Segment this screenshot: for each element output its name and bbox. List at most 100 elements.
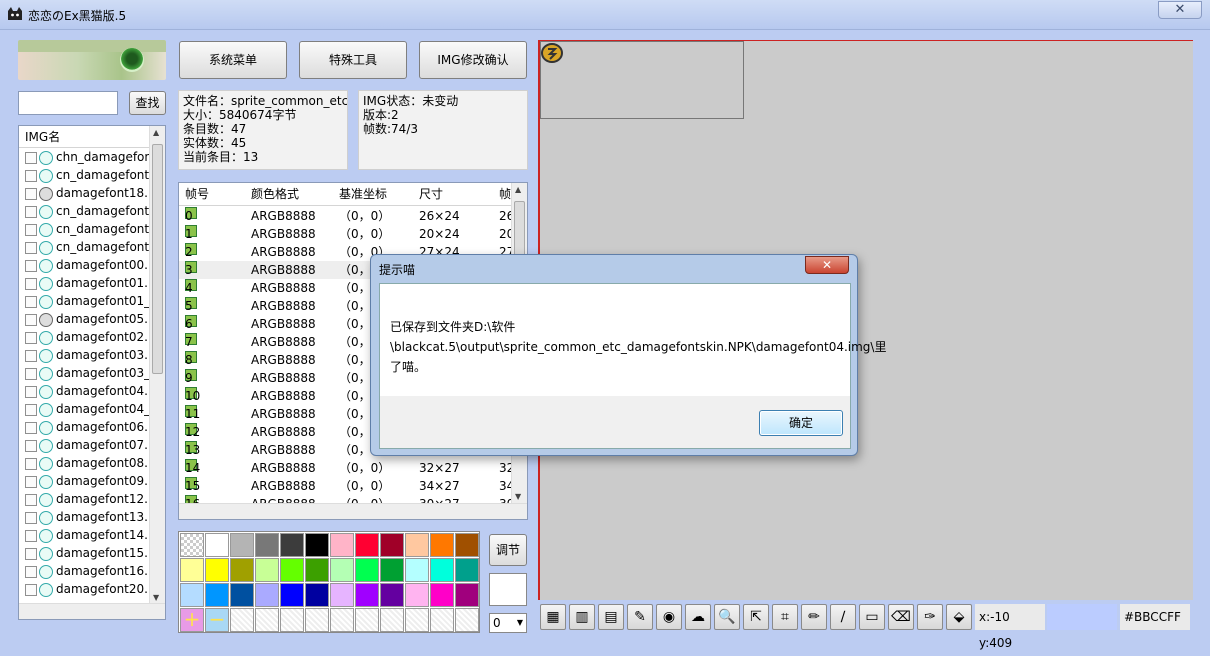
- palette-empty-slot[interactable]: [330, 608, 354, 632]
- fill-tag-icon[interactable]: ⬙: [946, 604, 972, 630]
- img-item-checkbox[interactable]: [25, 223, 37, 236]
- palette-empty-slot[interactable]: [455, 608, 479, 632]
- palette-swatch[interactable]: [255, 558, 279, 582]
- film-frames-icon[interactable]: ▤: [598, 604, 624, 630]
- palette-transparent-swatch[interactable]: [180, 533, 204, 557]
- palette-icon[interactable]: ▥: [569, 604, 595, 630]
- img-item-checkbox[interactable]: [25, 259, 37, 272]
- img-list-item[interactable]: damagefont03_v: [19, 364, 165, 382]
- palette-select[interactable]: 0 ▼: [489, 613, 527, 633]
- dialog-close-button[interactable]: ✕: [805, 256, 849, 274]
- palette-swatch[interactable]: [330, 533, 354, 557]
- scroll-up-icon[interactable]: ▲: [153, 128, 159, 137]
- eyedropper-icon[interactable]: ✑: [917, 604, 943, 630]
- img-item-checkbox[interactable]: [25, 583, 37, 596]
- img-item-checkbox[interactable]: [25, 529, 37, 542]
- palette-swatch[interactable]: [405, 558, 429, 582]
- palette-swatch[interactable]: [305, 533, 329, 557]
- system-menu-button[interactable]: 系统菜单: [179, 41, 287, 79]
- palette-empty-slot[interactable]: [430, 608, 454, 632]
- palette-add-icon[interactable]: +: [180, 608, 204, 632]
- img-item-checkbox[interactable]: [25, 205, 37, 218]
- img-list-item[interactable]: damagefont06.im: [19, 418, 165, 436]
- img-item-checkbox[interactable]: [25, 367, 37, 380]
- img-list-item[interactable]: damagefont12.im: [19, 490, 165, 508]
- img-confirm-button[interactable]: IMG修改确认: [419, 41, 527, 79]
- palette-swatch[interactable]: [405, 583, 429, 607]
- palette-swatch[interactable]: [205, 558, 229, 582]
- img-item-checkbox[interactable]: [25, 331, 37, 344]
- palette-swatch[interactable]: [305, 558, 329, 582]
- palette-swatch[interactable]: [330, 583, 354, 607]
- palette-swatch[interactable]: [380, 558, 404, 582]
- table-row[interactable]: 0ARGB8888（0，0）26×2426: [179, 204, 514, 225]
- table-row[interactable]: 14ARGB8888（0，0）32×2732: [179, 456, 514, 477]
- adjust-button[interactable]: 调节: [489, 534, 527, 566]
- img-list-item[interactable]: damagefont18.im: [19, 184, 165, 202]
- palette-swatch[interactable]: [180, 558, 204, 582]
- palette-swatch[interactable]: [355, 533, 379, 557]
- img-list-item[interactable]: damagefont02.im: [19, 328, 165, 346]
- palette-swatch[interactable]: [455, 558, 479, 582]
- table-header-cell[interactable]: 帧号: [185, 183, 209, 205]
- img-list-item[interactable]: cn_damagefont0: [19, 220, 165, 238]
- scroll-down-icon[interactable]: ▼: [515, 492, 521, 501]
- img-item-checkbox[interactable]: [25, 349, 37, 362]
- table-row[interactable]: 1ARGB8888（0，0）20×2420: [179, 222, 514, 243]
- img-list-item[interactable]: damagefont01.im: [19, 274, 165, 292]
- palette-empty-slot[interactable]: [305, 608, 329, 632]
- img-item-checkbox[interactable]: [25, 475, 37, 488]
- palette-swatch[interactable]: [205, 533, 229, 557]
- img-list-item[interactable]: cn_damagefont0: [19, 202, 165, 220]
- img-list-item[interactable]: chn_damagefont: [19, 148, 165, 166]
- img-list-item[interactable]: damagefont04.im: [19, 382, 165, 400]
- palette-empty-slot[interactable]: [380, 608, 404, 632]
- palette-swatch[interactable]: [230, 558, 254, 582]
- palette-swatch[interactable]: [230, 533, 254, 557]
- img-list-item[interactable]: damagefont07.im: [19, 436, 165, 454]
- cat-paint-icon[interactable]: ✎: [627, 604, 653, 630]
- palette-empty-slot[interactable]: [355, 608, 379, 632]
- special-tools-button[interactable]: 特殊工具: [299, 41, 407, 79]
- color-palette[interactable]: + −: [178, 531, 480, 633]
- img-list-vscroll[interactable]: ▲ ▼: [149, 126, 165, 604]
- img-list-item[interactable]: damagefont00.im: [19, 256, 165, 274]
- palette-swatch[interactable]: [430, 583, 454, 607]
- table-row[interactable]: 15ARGB8888（0，0）34×2734: [179, 474, 514, 495]
- img-list-item[interactable]: damagefont08.im: [19, 454, 165, 472]
- palette-swatch[interactable]: [280, 558, 304, 582]
- img-item-checkbox[interactable]: [25, 457, 37, 470]
- img-item-checkbox[interactable]: [25, 151, 37, 164]
- palette-swatch[interactable]: [255, 533, 279, 557]
- palette-swatch[interactable]: [280, 583, 304, 607]
- palette-swatch[interactable]: [230, 583, 254, 607]
- scroll-down-icon[interactable]: ▼: [153, 593, 159, 602]
- eraser-icon[interactable]: ⌫: [888, 604, 914, 630]
- palette-empty-slot[interactable]: [280, 608, 304, 632]
- img-item-checkbox[interactable]: [25, 421, 37, 434]
- pencil-icon[interactable]: ✏: [801, 604, 827, 630]
- crop-icon[interactable]: ⌗: [772, 604, 798, 630]
- img-list-hscroll[interactable]: [19, 603, 165, 619]
- img-list-item[interactable]: damagefont15.im: [19, 544, 165, 562]
- img-list-item[interactable]: damagefont04_r: [19, 400, 165, 418]
- grid-layout-icon[interactable]: ▦: [540, 604, 566, 630]
- palette-empty-slot[interactable]: [255, 608, 279, 632]
- img-item-checkbox[interactable]: [25, 295, 37, 308]
- palette-swatch[interactable]: [255, 583, 279, 607]
- img-item-checkbox[interactable]: [25, 385, 37, 398]
- img-list-item[interactable]: damagefont01_b: [19, 292, 165, 310]
- window-close-button[interactable]: ✕: [1158, 1, 1202, 19]
- palette-swatch[interactable]: [330, 558, 354, 582]
- cloud-paste-icon[interactable]: ☁: [685, 604, 711, 630]
- img-item-checkbox[interactable]: [25, 565, 37, 578]
- frame-table-hscroll[interactable]: [179, 503, 527, 519]
- table-header-cell[interactable]: 尺寸: [419, 183, 443, 205]
- img-list-item[interactable]: damagefont09.im: [19, 472, 165, 490]
- img-list-item[interactable]: damagefont03.im: [19, 346, 165, 364]
- img-list-item[interactable]: damagefont20.im: [19, 580, 165, 598]
- img-list-item[interactable]: damagefont05.im: [19, 310, 165, 328]
- img-item-checkbox[interactable]: [25, 187, 37, 200]
- line-icon[interactable]: ∕: [830, 604, 856, 630]
- img-list-item[interactable]: cn_damagefont0: [19, 238, 165, 256]
